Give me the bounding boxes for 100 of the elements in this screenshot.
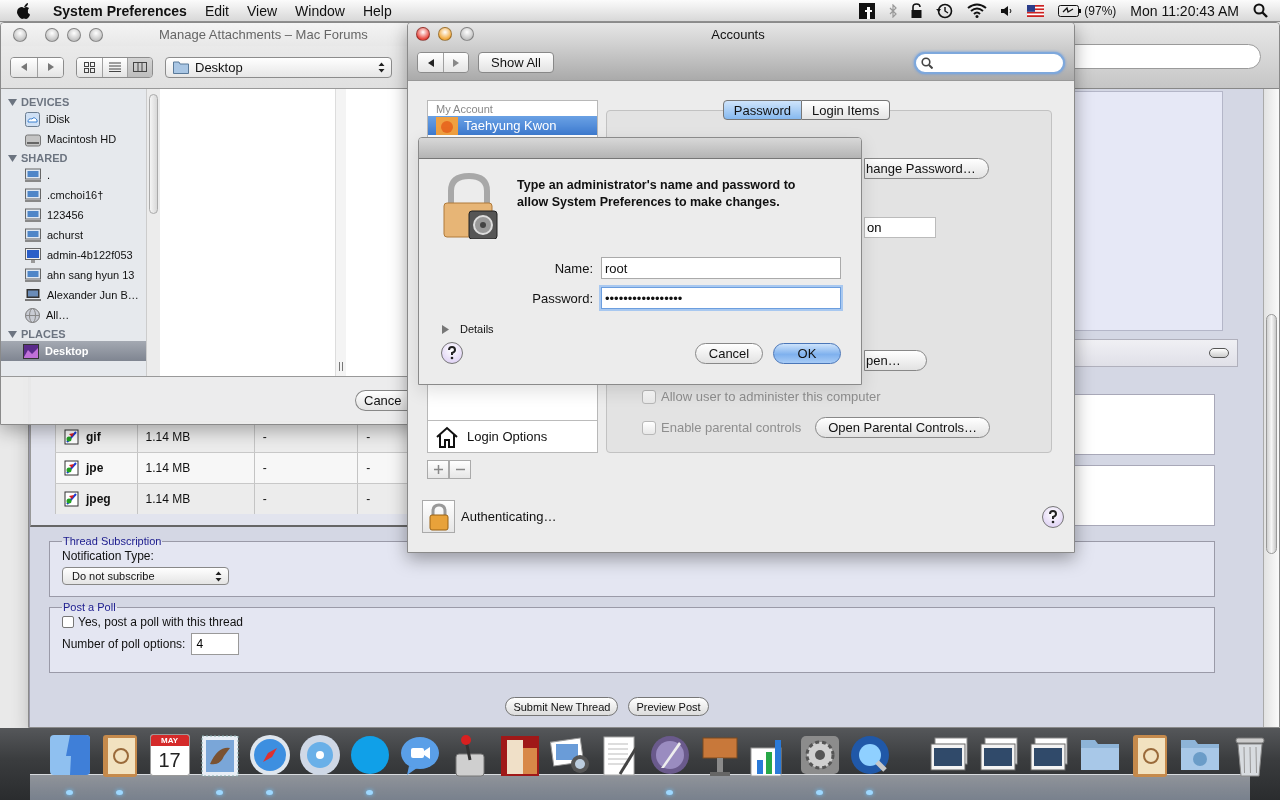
sheet-button[interactable]: Cance (355, 390, 407, 411)
file-name: jpeg (86, 492, 111, 506)
view-mode-button[interactable] (102, 57, 127, 77)
remove-button[interactable] (449, 460, 471, 479)
scrollbar[interactable] (146, 89, 160, 376)
view-mode-button[interactable] (127, 57, 152, 77)
user-picture-icon (436, 116, 458, 135)
sidebar-item[interactable]: ahn sang hyun 13 (1, 265, 146, 285)
section-header[interactable]: PLACES (21, 328, 66, 340)
menu-clock[interactable]: Mon 11:20:43 AM (1130, 2, 1239, 19)
sidebar-item[interactable]: . (1, 165, 146, 185)
notification-select[interactable]: Do not subscribe (62, 567, 229, 585)
close-button[interactable] (45, 27, 59, 42)
help-button[interactable] (441, 342, 463, 364)
login-options-row[interactable]: Login Options (428, 420, 597, 452)
sidebar-item[interactable]: Macintosh HD (1, 129, 146, 149)
lock-icon[interactable] (911, 3, 923, 18)
zoom-button[interactable] (89, 27, 103, 42)
disclosure-triangle-icon[interactable] (441, 324, 450, 334)
dialog-button[interactable]: Cancel (695, 342, 763, 364)
disclosure-triangle-icon[interactable] (8, 329, 17, 339)
image-file-icon (64, 460, 80, 476)
minimize-button[interactable] (438, 27, 452, 41)
tab[interactable]: Login Items (801, 100, 891, 120)
section-header[interactable]: SHARED (21, 152, 68, 164)
password-field[interactable]: ••••••••••••••••• (601, 287, 841, 309)
forward-button[interactable] (37, 57, 63, 77)
checkbox-label: Allow user to administer this computer (661, 389, 881, 404)
bluetooth-icon[interactable] (889, 3, 898, 18)
media-player-icon (848, 734, 891, 776)
section-header[interactable]: DEVICES (21, 96, 70, 108)
sidebar-item[interactable]: .cmchoi16† (1, 185, 146, 205)
view-mode-button[interactable] (77, 57, 102, 77)
list-view-icon (109, 62, 121, 72)
sidebar-item[interactable]: achurst (1, 225, 146, 245)
volume-icon[interactable] (1001, 4, 1014, 17)
lock-button[interactable] (422, 500, 455, 533)
sidebar-item[interactable]: 123456 (1, 205, 146, 225)
flag-icon[interactable] (1027, 4, 1045, 17)
app-badge-icon[interactable] (859, 2, 876, 19)
text-field[interactable]: on (864, 217, 936, 238)
minimize-button[interactable] (67, 27, 81, 42)
disclosure-triangle-icon[interactable] (8, 97, 17, 107)
back-arrow-icon (20, 62, 28, 72)
scroll-thumb[interactable] (1266, 314, 1277, 554)
parental-controls-button[interactable]: Open Parental Controls… (815, 417, 991, 438)
scrollbar[interactable] (1263, 89, 1279, 727)
search-field[interactable] (914, 51, 1065, 74)
show-all-button[interactable]: Show All (478, 52, 554, 73)
hard-drive-icon (25, 131, 41, 147)
updown-arrows-icon (378, 61, 385, 73)
window-stack-icon (928, 734, 971, 774)
poll-options-input[interactable]: 4 (191, 633, 240, 655)
login-options-label: Login Options (467, 429, 548, 444)
tab[interactable]: Password (722, 100, 802, 120)
scroll-thumb[interactable] (149, 94, 158, 214)
wifi-icon[interactable] (967, 3, 988, 18)
app-menu[interactable]: System Preferences (44, 2, 196, 19)
toggle-button[interactable] (1209, 348, 1229, 358)
add-button[interactable] (427, 460, 449, 479)
monitor-icon (25, 247, 41, 263)
laptop-icon (25, 288, 41, 302)
sidebar-item[interactable]: iDisk (1, 109, 146, 129)
menu-item[interactable]: Help (353, 2, 401, 19)
zoom-button[interactable] (460, 27, 474, 41)
account-name: Taehyung Kwon (464, 118, 557, 133)
computer-icon (25, 208, 41, 222)
details-toggle[interactable]: Details (460, 323, 494, 335)
sidebar-label: ahn sang hyun 13 (47, 269, 135, 281)
location-popup[interactable]: Desktop (165, 56, 392, 78)
open-button[interactable]: pen… (864, 350, 927, 371)
dialog-button[interactable]: OK (773, 342, 841, 364)
checkbox[interactable] (62, 616, 74, 628)
sidebar-item[interactable]: All… (1, 305, 146, 325)
close-button[interactable] (416, 27, 430, 41)
calendar-icon[interactable]: MAY 17 (149, 734, 190, 776)
name-field[interactable]: root (601, 257, 841, 279)
folder-icon (173, 60, 189, 74)
battery-charging-icon[interactable] (1058, 4, 1082, 17)
question-mark-icon (1048, 509, 1058, 524)
help-button[interactable] (1042, 505, 1064, 528)
back-button[interactable] (418, 53, 443, 72)
form-button[interactable]: Preview Post (628, 697, 709, 716)
sidebar-item[interactable]: Alexander Jun B… (1, 285, 146, 305)
window-button[interactable] (13, 27, 27, 42)
menu-item[interactable]: View (238, 2, 287, 19)
clock-history-icon[interactable] (936, 2, 954, 19)
table-cell: 1.14 MB (136, 484, 254, 514)
disclosure-triangle-icon[interactable] (8, 153, 17, 163)
menu-item[interactable]: Window (286, 2, 354, 19)
battery-percentage[interactable]: (97%) (1084, 3, 1117, 18)
sidebar-label: admin-4b122f053 (47, 249, 133, 261)
change-password-button[interactable]: hange Password… (864, 158, 989, 179)
menu-item[interactable]: Edit (195, 2, 238, 19)
sidebar-item[interactable]: admin-4b122f053 (1, 245, 146, 265)
form-button[interactable]: Submit New Thread (505, 697, 619, 716)
search-icon[interactable] (1253, 3, 1268, 18)
sidebar-label: .cmchoi16† (47, 189, 104, 201)
apple-menu-icon[interactable] (16, 1, 32, 20)
table-cell: - (357, 484, 407, 514)
